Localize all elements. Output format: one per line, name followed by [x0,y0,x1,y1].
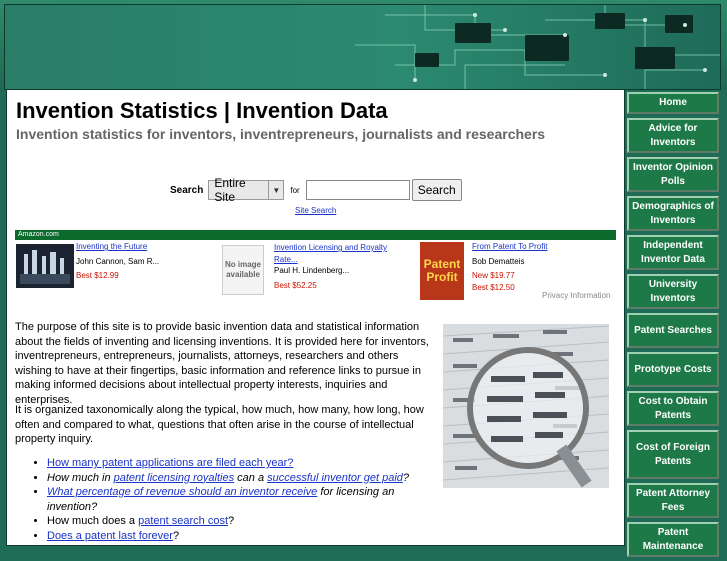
sidebar-nav: Home Advice for Inventors Inventor Opini… [627,92,719,561]
amazon-item-title[interactable]: Inventing the Future [76,242,147,251]
header-banner [0,0,727,90]
amazon-bar: Amazon.com [15,230,616,240]
amazon-item-price: New $19.77 [472,271,515,280]
amazon-item-price: Best $12.50 [472,283,515,292]
question-text: ? [228,515,235,527]
list-item: How much does a patent search cost? [47,514,437,529]
amazon-item: Inventing the Future John Cannon, Sam R.… [16,242,206,302]
search-scope-select[interactable]: Entire Site ▼ [208,176,285,204]
main-content: Invention Statistics | Invention Data In… [6,90,625,546]
question-text: ? [402,471,410,484]
for-label: for [290,185,300,195]
sidebar-item-patent-searches[interactable]: Patent Searches [627,313,719,348]
page-subtitle: Invention statistics for inventors, inve… [16,126,546,142]
amazon-item-title[interactable]: From Patent To Profit [472,242,547,251]
search-label: Search [170,184,204,196]
sidebar-item-cost-to-obtain[interactable]: Cost to Obtain Patents [627,391,719,426]
sidebar-item-maintenance[interactable]: Patent Maintenance [627,522,719,557]
page-title: Invention Statistics | Invention Data [16,98,388,123]
circuit-board-image [5,5,720,89]
sidebar-item-independent-inventor[interactable]: Independent Inventor Data [627,235,719,270]
patent-applications-link[interactable]: How many patent applications are filed e… [47,457,293,469]
site-search-link[interactable]: Site Search [295,206,336,215]
sidebar-item-prototype-costs[interactable]: Prototype Costs [627,352,719,387]
list-item: How many patent applications are filed e… [47,456,437,471]
amazon-item-price: Best $52.25 [274,281,317,290]
patent-search-cost-link[interactable]: patent search cost [138,515,228,527]
patent-licensing-royalties-link[interactable]: patent licensing royalties [114,472,234,484]
book-cover-image[interactable] [16,244,74,288]
list-item: How much in patent licensing royalties c… [47,471,437,486]
amazon-item-author: Paul H. Lindenberg... [274,266,350,275]
chevron-down-icon[interactable]: ▼ [268,181,283,199]
amazon-item-price: Best $12.99 [76,271,119,280]
sidebar-item-home[interactable]: Home [627,92,719,114]
search-button[interactable]: Search [411,179,462,201]
sidebar-item-university[interactable]: University Inventors [627,274,719,309]
question-text: How much does a [47,515,139,527]
percentage-revenue-link[interactable]: What percentage of revenue should an inv… [47,486,317,498]
sidebar-item-advice[interactable]: Advice for Inventors [627,118,719,153]
question-text: can a [234,471,268,484]
list-item: Does a patent last forever? [47,529,437,544]
search-scope-value: Entire Site [214,176,246,204]
privacy-information-link[interactable]: Privacy Information [542,291,610,300]
successful-inventor-link[interactable]: successful inventor get paid [267,472,403,484]
amazon-item-title[interactable]: Invention Licensing and Royalty Rate... [274,242,404,266]
search-form: Search Entire Site ▼ for Search [170,176,462,204]
sidebar-item-foreign-patents[interactable]: Cost of Foreign Patents [627,430,719,479]
list-item: What percentage of revenue should an inv… [47,485,437,514]
magnifier-statistics-photo [443,324,609,488]
intro-paragraph: The purpose of this site is to provide b… [15,321,429,406]
book-cover-image[interactable]: Patent Profit [420,242,464,300]
search-input[interactable] [305,180,410,200]
sidebar-item-attorney-fees[interactable]: Patent Attorney Fees [627,483,719,518]
sidebar-item-demographics[interactable]: Demographics of Inventors [627,196,719,231]
amazon-item: No image available Invention Licensing a… [214,242,404,302]
intro-paragraph: It is organized taxonomically along the … [15,404,424,445]
sidebar-item-opinion-polls[interactable]: Inventor Opinion Polls [627,157,719,192]
no-image-placeholder: No image available [222,245,264,295]
banner-frame [4,4,721,90]
amazon-item-author: John Cannon, Sam R... [76,257,160,266]
question-list: How many patent applications are filed e… [7,456,437,543]
question-text: How much in [47,471,114,484]
amazon-item-author: Bob Dematteis [472,257,525,266]
patent-last-forever-link[interactable]: Does a patent last forever [47,530,173,542]
question-text: ? [172,529,180,542]
